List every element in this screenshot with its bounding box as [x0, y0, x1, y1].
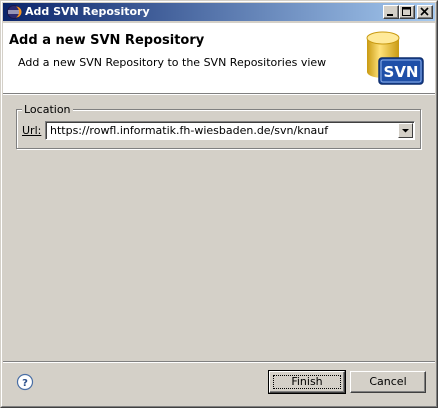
cancel-button-label: Cancel [369, 375, 407, 388]
minimize-icon [387, 14, 393, 16]
wizard-banner: Add a new SVN Repository Add a new SVN R… [3, 23, 435, 93]
help-icon[interactable]: ? [16, 373, 34, 391]
maximize-icon [402, 7, 411, 16]
close-button[interactable] [417, 5, 433, 19]
cancel-button[interactable]: Cancel [350, 371, 426, 393]
url-input[interactable]: https://rowfl.informatik.fh-wiesbaden.de… [50, 124, 328, 137]
banner-separator-highlight [3, 94, 435, 95]
footer-separator-highlight [3, 362, 435, 363]
svg-text:?: ? [22, 378, 28, 389]
banner-title: Add a new SVN Repository [9, 33, 205, 48]
svn-repository-icon: SVN [366, 31, 424, 85]
chevron-down-icon [402, 129, 409, 133]
url-label-text: Url: [22, 124, 42, 137]
location-group-label: Location [22, 103, 73, 116]
maximize-button[interactable] [399, 5, 415, 19]
url-label: Url: [22, 124, 41, 137]
banner-description: Add a new SVN Repository to the SVN Repo… [18, 56, 327, 69]
title-bar[interactable]: Add SVN Repository [3, 3, 435, 21]
window-title: Add SVN Repository [25, 5, 150, 18]
eclipse-icon [7, 5, 22, 19]
finish-button[interactable]: Finish [268, 370, 346, 394]
minimize-button[interactable] [383, 5, 399, 19]
url-combobox[interactable]: https://rowfl.informatik.fh-wiesbaden.de… [45, 121, 415, 140]
finish-button-label: Finish [291, 375, 323, 388]
url-dropdown-button[interactable] [398, 123, 413, 138]
close-icon [420, 7, 429, 16]
dialog-window: Add SVN Repository Add a new SVN Reposit… [0, 0, 438, 408]
svn-icon-text: SVN [384, 63, 419, 81]
